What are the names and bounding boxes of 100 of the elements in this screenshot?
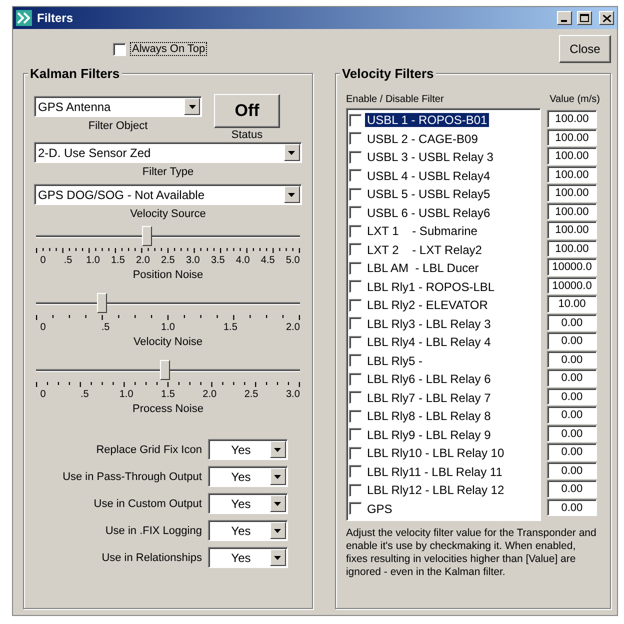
- tick-label: 3.0: [184, 255, 201, 266]
- slider-track[interactable]: [36, 360, 300, 382]
- dropdown[interactable]: 2-D. Use Sensor Zed: [34, 142, 302, 163]
- value-field[interactable]: 0.00: [546, 314, 597, 331]
- tick-label: .5: [100, 322, 111, 333]
- tick-label: 4.5: [260, 255, 276, 266]
- dropdown[interactable]: GPS Antenna: [34, 96, 202, 117]
- tick-label: 2.5: [160, 255, 176, 266]
- tick-label: 0: [39, 255, 47, 266]
- value-field[interactable]: 10000.0: [546, 276, 597, 294]
- slider-label: Position Noise: [132, 269, 204, 281]
- value-field[interactable]: 0.00: [546, 462, 597, 479]
- tick-label: 0: [39, 322, 47, 333]
- group-title: Kalman Filters: [28, 66, 122, 81]
- slider-thumb[interactable]: [96, 293, 107, 313]
- tick-label: 3.5: [210, 255, 226, 266]
- list-item[interactable]: GPS: [364, 502, 394, 516]
- value-field[interactable]: 0.00: [546, 406, 597, 424]
- value-field[interactable]: 0.00: [546, 369, 597, 386]
- option-label: Use in Custom Output: [94, 498, 202, 510]
- list-item[interactable]: LBL AM - LBL Ducer: [364, 261, 481, 276]
- list-item[interactable]: USBL 5 - USBL Relay5: [364, 187, 492, 202]
- field-label: Status: [231, 129, 263, 141]
- tick-label: .5: [62, 255, 74, 266]
- dropdown[interactable]: Yes: [208, 547, 288, 568]
- list-item[interactable]: LBL Rly2 - ELEVATOR: [364, 298, 490, 312]
- list-item[interactable]: LBL Rly3 - LBL Relay 3: [364, 316, 493, 331]
- list-item[interactable]: USBL 4 - USBL Relay4: [364, 168, 492, 183]
- list-item[interactable]: LBL Rly8 - LBL Relay 8: [364, 409, 493, 424]
- value-field[interactable]: 100.00: [546, 147, 597, 164]
- list-item[interactable]: USBL 3 - USBL Relay 3: [364, 150, 496, 164]
- tick-label: 1.5: [160, 389, 176, 400]
- list-item[interactable]: LBL Rly1 - ROPOS-LBL: [364, 280, 497, 294]
- dropdown[interactable]: Yes: [208, 520, 288, 541]
- list-item[interactable]: LXT 2 - LXT Relay2: [364, 242, 484, 257]
- field-label: Filter Type: [141, 166, 195, 178]
- list-item[interactable]: LBL Rly10 - LBL Relay 10: [364, 446, 506, 460]
- close-icon[interactable]: [599, 11, 614, 25]
- value-field[interactable]: 100.00: [546, 202, 597, 220]
- tick-label: 5.0: [284, 255, 301, 266]
- list-item[interactable]: USBL 1 - ROPOS-B01: [364, 113, 490, 128]
- close-button[interactable]: Close: [559, 35, 611, 63]
- list-item[interactable]: USBL 6 - USBL Relay6: [364, 206, 492, 220]
- value-field[interactable]: 100.00: [546, 221, 597, 238]
- checkbox[interactable]: [113, 42, 126, 56]
- value-field[interactable]: 10000.0: [546, 258, 597, 276]
- list-item[interactable]: LBL Rly6 - LBL Relay 6: [364, 372, 493, 386]
- value-field[interactable]: 0.00: [546, 443, 597, 460]
- slider-track[interactable]: [36, 226, 300, 248]
- option-label: Use in .FIX Logging: [105, 524, 202, 536]
- list-item[interactable]: USBL 2 - CAGE-B09: [364, 132, 480, 146]
- value-field[interactable]: 0.00: [546, 350, 597, 368]
- tick-label: 3.0: [284, 389, 301, 400]
- list-item[interactable]: LBL Rly5 -: [364, 354, 425, 368]
- list-item[interactable]: LBL Rly11 - LBL Relay 11: [364, 464, 504, 479]
- slider-thumb[interactable]: [160, 360, 170, 380]
- help-text: Adjust the velocity filter value for the Transponder and enable it's use by checkmaking it. When enabled, fixes resulting in velocities higher than [Value] are ignored - even in the Kalman filter.: [346, 527, 598, 579]
- option-label: Replace Grid Fix Icon: [96, 444, 202, 456]
- tick-label: 0: [39, 389, 47, 400]
- dropdown[interactable]: GPS DOG/SOG - Not Available: [34, 184, 302, 205]
- tick-label: 2.5: [243, 389, 260, 400]
- tick-label: 4.0: [234, 255, 251, 266]
- slider-track[interactable]: [36, 293, 300, 315]
- list-item[interactable]: LXT 1 - Submarine: [364, 224, 480, 238]
- value-field[interactable]: 100.00: [546, 240, 597, 257]
- slider-label: Process Noise: [132, 403, 204, 415]
- minimize-button[interactable]: [557, 11, 572, 25]
- column-header: Enable / Disable Filter: [346, 94, 444, 105]
- checkbox[interactable]: [348, 114, 362, 127]
- checkbox-label[interactable]: Always On Top: [130, 42, 208, 56]
- column-header: Value (m/s): [550, 94, 600, 105]
- dropdown[interactable]: Yes: [208, 493, 288, 514]
- value-field[interactable]: 0.00: [546, 480, 597, 498]
- maximize-button[interactable]: [577, 11, 592, 25]
- option-label: Use in Pass-Through Output: [62, 470, 202, 482]
- tick-label: 1.0: [160, 322, 176, 333]
- group-title: Velocity Filters: [340, 66, 436, 81]
- value-field[interactable]: 100.00: [546, 128, 597, 146]
- value-field[interactable]: 10.00: [546, 295, 597, 312]
- list-item[interactable]: LBL Rly4 - LBL Relay 4: [364, 335, 493, 350]
- list-item[interactable]: LBL Rly9 - LBL Relay 9: [364, 428, 493, 442]
- value-field[interactable]: 0.00: [546, 332, 597, 350]
- status-button[interactable]: Off: [214, 94, 280, 128]
- list-item[interactable]: LBL Rly12 - LBL Relay 12: [364, 483, 506, 498]
- maximize-icon: [580, 14, 589, 22]
- slider-thumb[interactable]: [142, 226, 152, 246]
- value-field[interactable]: 100.00: [546, 166, 597, 183]
- list-item[interactable]: LBL Rly7 - LBL Relay 7: [364, 390, 493, 405]
- value-field[interactable]: 100.00: [546, 110, 597, 128]
- tick-label: 1.5: [222, 322, 238, 333]
- value-field[interactable]: 100.00: [546, 184, 597, 202]
- dropdown[interactable]: Yes: [208, 466, 288, 487]
- tick-label: 1.0: [118, 389, 134, 400]
- tick-label: 1.0: [85, 255, 101, 266]
- app-icon: [16, 10, 32, 26]
- value-field[interactable]: 0.00: [546, 424, 597, 442]
- value-field[interactable]: 0.00: [546, 498, 597, 516]
- value-field[interactable]: 0.00: [546, 388, 597, 405]
- field-label: Velocity Source: [129, 208, 207, 220]
- dropdown[interactable]: Yes: [208, 439, 288, 460]
